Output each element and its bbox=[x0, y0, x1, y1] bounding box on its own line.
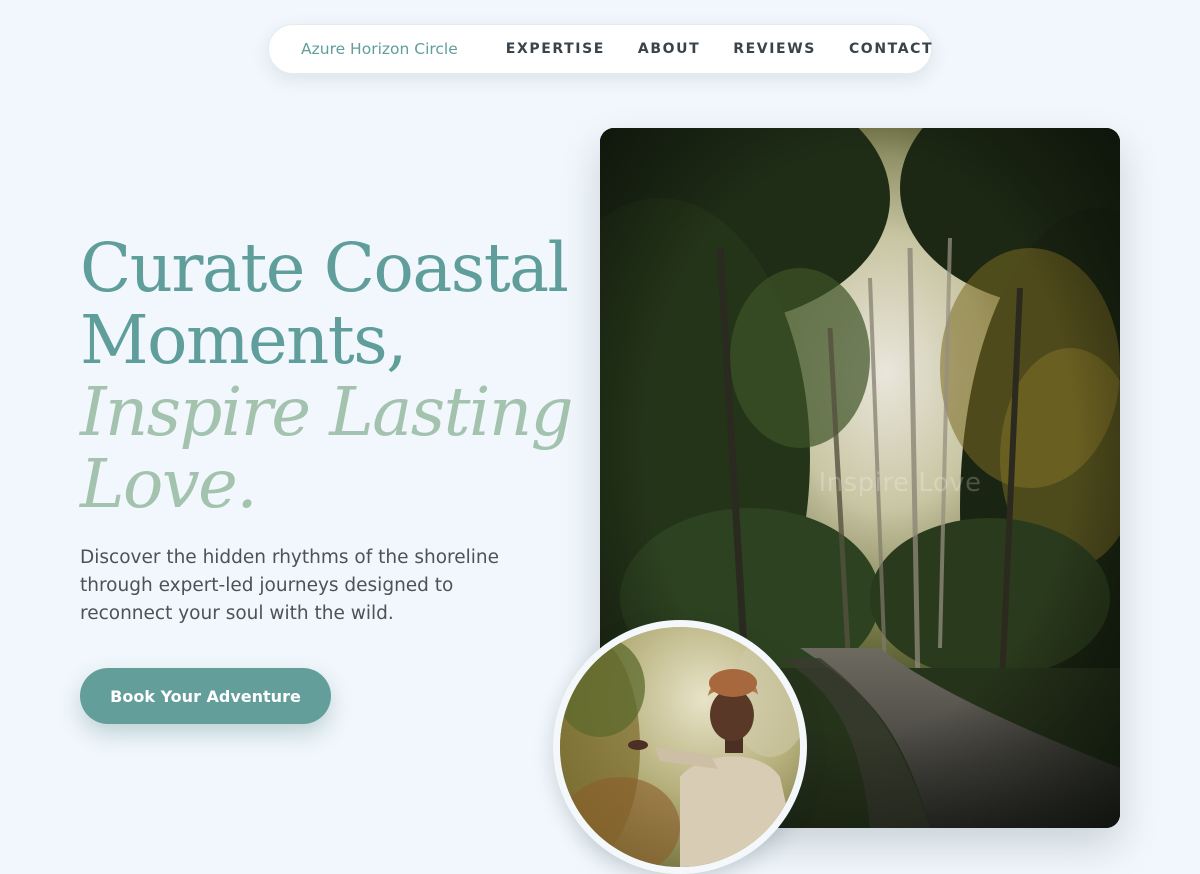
headline-line-3: Inspire Lasting bbox=[80, 373, 574, 451]
nav-link-about[interactable]: ABOUT bbox=[638, 41, 700, 57]
nav-link-expertise[interactable]: EXPERTISE bbox=[506, 41, 605, 57]
nav-links: EXPERTISE ABOUT REVIEWS CONTACT bbox=[506, 41, 933, 57]
hero-subtext: Discover the hidden rhythms of the shore… bbox=[80, 547, 499, 624]
photo-overlay-text: Inspire Love bbox=[818, 468, 982, 498]
nav-link-reviews[interactable]: REVIEWS bbox=[733, 41, 816, 57]
top-nav: Azure Horizon Circle EXPERTISE ABOUT REV… bbox=[268, 24, 932, 74]
nav-link-contact[interactable]: CONTACT bbox=[849, 41, 933, 57]
headline-line-4: Love. bbox=[80, 445, 258, 523]
traveler-portrait bbox=[553, 620, 807, 874]
book-adventure-button[interactable]: Book Your Adventure bbox=[80, 668, 331, 724]
headline-line-1: Curate Coastal bbox=[80, 229, 569, 307]
traveler-portrait-illustration bbox=[560, 627, 800, 867]
headline-line-2: Moments, bbox=[80, 301, 407, 379]
brand-logo-link[interactable]: Azure Horizon Circle bbox=[301, 40, 458, 58]
hero-headline: Curate Coastal Moments, Inspire Lasting … bbox=[80, 232, 600, 520]
